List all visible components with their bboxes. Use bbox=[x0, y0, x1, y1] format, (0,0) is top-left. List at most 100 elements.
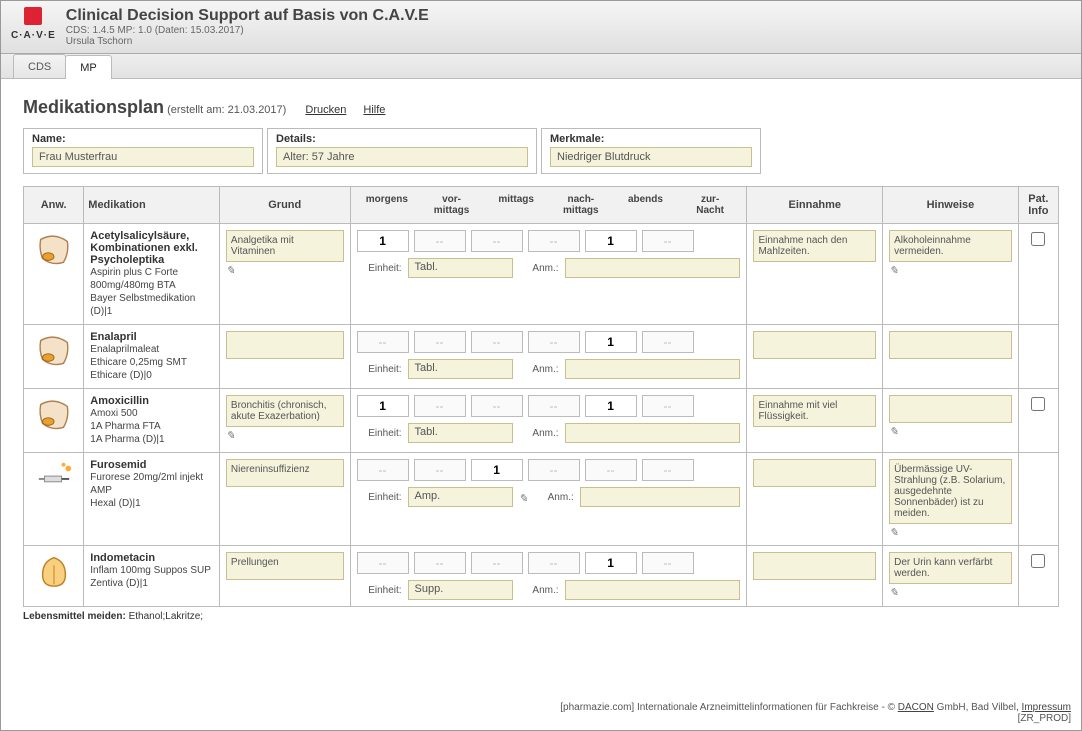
reason-field[interactable]: Niereninsuffizienz bbox=[226, 459, 344, 487]
edit-icon[interactable]: ✎ bbox=[889, 425, 1012, 438]
reason-field[interactable]: Prellungen bbox=[226, 552, 344, 580]
edit-icon[interactable]: ✎ bbox=[226, 429, 344, 442]
dose-cell[interactable]: -- bbox=[357, 459, 409, 481]
edit-icon[interactable]: ✎ bbox=[889, 586, 1012, 599]
dose-cell[interactable]: -- bbox=[471, 395, 523, 417]
details-label: Details: bbox=[276, 133, 528, 145]
dose-cell[interactable]: -- bbox=[642, 230, 694, 252]
dose-cell[interactable]: 1 bbox=[357, 230, 409, 252]
logo-icon bbox=[24, 7, 42, 25]
dose-cell[interactable]: -- bbox=[528, 395, 580, 417]
einnahme-field[interactable]: Einnahme nach den Mahlzeiten. bbox=[753, 230, 876, 262]
med-sub: Inflam 100mg Suppos SUPZentiva (D)|1 bbox=[90, 564, 213, 590]
version-line: CDS: 1.4.5 MP: 1.0 (Daten: 15.03.2017) bbox=[66, 25, 429, 36]
unit-field[interactable]: Tabl. bbox=[408, 258, 513, 278]
unit-label: Einheit: bbox=[357, 428, 402, 439]
dacon-link[interactable]: DACON bbox=[898, 702, 934, 713]
edit-icon[interactable]: ✎ bbox=[226, 264, 344, 277]
med-row: EnalaprilEnalaprilmaleatEthicare 0,25mg … bbox=[24, 325, 1059, 389]
unit-field[interactable]: Tabl. bbox=[408, 359, 513, 379]
einnahme-field[interactable]: Einnahme mit viel Flüssigkeit. bbox=[753, 395, 876, 427]
hinweis-field[interactable] bbox=[889, 331, 1012, 359]
unit-field[interactable]: Tabl. bbox=[408, 423, 513, 443]
details-field[interactable]: Alter: 57 Jahre bbox=[276, 147, 528, 167]
impressum-link[interactable]: Impressum bbox=[1022, 702, 1071, 713]
print-link[interactable]: Drucken bbox=[305, 104, 346, 116]
page-created: (erstellt am: 21.03.2017) bbox=[167, 104, 286, 116]
hdr-einnahme: Einnahme bbox=[747, 187, 883, 224]
unit-label: Einheit: bbox=[357, 492, 402, 503]
route-oral-icon bbox=[35, 230, 73, 268]
patinfo-checkbox[interactable] bbox=[1031, 397, 1045, 411]
anm-field[interactable] bbox=[565, 258, 741, 278]
dose-cell[interactable]: -- bbox=[471, 331, 523, 353]
dose-cell[interactable]: -- bbox=[642, 459, 694, 481]
edit-icon[interactable]: ✎ bbox=[889, 526, 1012, 539]
dose-cell[interactable]: -- bbox=[642, 331, 694, 353]
anm-field[interactable] bbox=[565, 359, 741, 379]
dose-cell[interactable]: -- bbox=[585, 459, 637, 481]
dose-cell[interactable]: -- bbox=[528, 459, 580, 481]
hdr-grund: Grund bbox=[219, 187, 350, 224]
dose-cell[interactable]: -- bbox=[414, 230, 466, 252]
tab-cds[interactable]: CDS bbox=[13, 54, 66, 78]
hinweis-field[interactable]: Alkoholeinnahme vermeiden. bbox=[889, 230, 1012, 262]
tab-mp[interactable]: MP bbox=[65, 55, 112, 79]
dose-cell[interactable]: -- bbox=[642, 395, 694, 417]
med-sub: Aspirin plus C Forte 800mg/480mg BTABaye… bbox=[90, 266, 213, 318]
features-field[interactable]: Niedriger Blutdruck bbox=[550, 147, 752, 167]
med-name: Enalapril bbox=[90, 331, 213, 343]
med-name: Acetylsalicylsäure, Kombinationen exkl. … bbox=[90, 230, 213, 266]
edit-icon[interactable]: ✎ bbox=[519, 492, 528, 505]
reason-field[interactable] bbox=[226, 331, 344, 359]
page-footer: [pharmazie.com] Internationale Arzneimit… bbox=[560, 702, 1071, 724]
hinweis-field[interactable]: Der Urin kann verfärbt werden. bbox=[889, 552, 1012, 584]
dose-cell[interactable]: -- bbox=[528, 230, 580, 252]
einnahme-field[interactable] bbox=[753, 552, 876, 580]
dose-cell[interactable]: 1 bbox=[357, 395, 409, 417]
dose-cell[interactable]: -- bbox=[528, 552, 580, 574]
anm-field[interactable] bbox=[580, 487, 741, 507]
dose-cell[interactable]: -- bbox=[642, 552, 694, 574]
dose-cell[interactable]: -- bbox=[471, 230, 523, 252]
dose-cell[interactable]: -- bbox=[414, 331, 466, 353]
window-titlebar: C·A·V·E Clinical Decision Support auf Ba… bbox=[1, 1, 1081, 54]
env-label: [ZR_PROD] bbox=[560, 713, 1071, 724]
unit-field[interactable]: Supp. bbox=[408, 580, 513, 600]
dose-cell[interactable]: 1 bbox=[585, 230, 637, 252]
window-title: Clinical Decision Support auf Basis von … bbox=[66, 7, 429, 25]
name-field[interactable]: Frau Musterfrau bbox=[32, 147, 254, 167]
dose-cell[interactable]: -- bbox=[414, 395, 466, 417]
hinweis-field[interactable] bbox=[889, 395, 1012, 423]
anm-field[interactable] bbox=[565, 423, 741, 443]
dose-cell[interactable]: 1 bbox=[585, 395, 637, 417]
edit-icon[interactable]: ✎ bbox=[889, 264, 1012, 277]
med-row: FurosemidFurorese 20mg/2ml injekt AMPHex… bbox=[24, 453, 1059, 546]
hdr-patinfo: Pat. Info bbox=[1018, 187, 1058, 224]
unit-label: Einheit: bbox=[357, 263, 402, 274]
dose-cell[interactable]: -- bbox=[414, 459, 466, 481]
dose-cell[interactable]: -- bbox=[471, 552, 523, 574]
dose-cell[interactable]: 1 bbox=[471, 459, 523, 481]
med-name: Indometacin bbox=[90, 552, 213, 564]
patinfo-checkbox[interactable] bbox=[1031, 554, 1045, 568]
hinweis-field[interactable]: Übermässige UV-Strahlung (z.B. Solarium,… bbox=[889, 459, 1012, 524]
dose-cell[interactable]: -- bbox=[414, 552, 466, 574]
tab-bar: CDS MP bbox=[1, 54, 1081, 79]
dose-cell[interactable]: -- bbox=[528, 331, 580, 353]
unit-label: Einheit: bbox=[357, 585, 402, 596]
dose-cell[interactable]: 1 bbox=[585, 552, 637, 574]
hdr-hinweise: Hinweise bbox=[883, 187, 1019, 224]
dose-cell[interactable]: 1 bbox=[585, 331, 637, 353]
unit-field[interactable]: Amp. bbox=[408, 487, 513, 507]
route-oral-icon bbox=[35, 331, 73, 369]
patinfo-checkbox[interactable] bbox=[1031, 232, 1045, 246]
dose-cell[interactable]: -- bbox=[357, 552, 409, 574]
help-link[interactable]: Hilfe bbox=[363, 104, 385, 116]
reason-field[interactable]: Analgetika mit Vitaminen bbox=[226, 230, 344, 262]
einnahme-field[interactable] bbox=[753, 331, 876, 359]
reason-field[interactable]: Bronchitis (chronisch, akute Exazerbatio… bbox=[226, 395, 344, 427]
dose-cell[interactable]: -- bbox=[357, 331, 409, 353]
einnahme-field[interactable] bbox=[753, 459, 876, 487]
anm-field[interactable] bbox=[565, 580, 741, 600]
